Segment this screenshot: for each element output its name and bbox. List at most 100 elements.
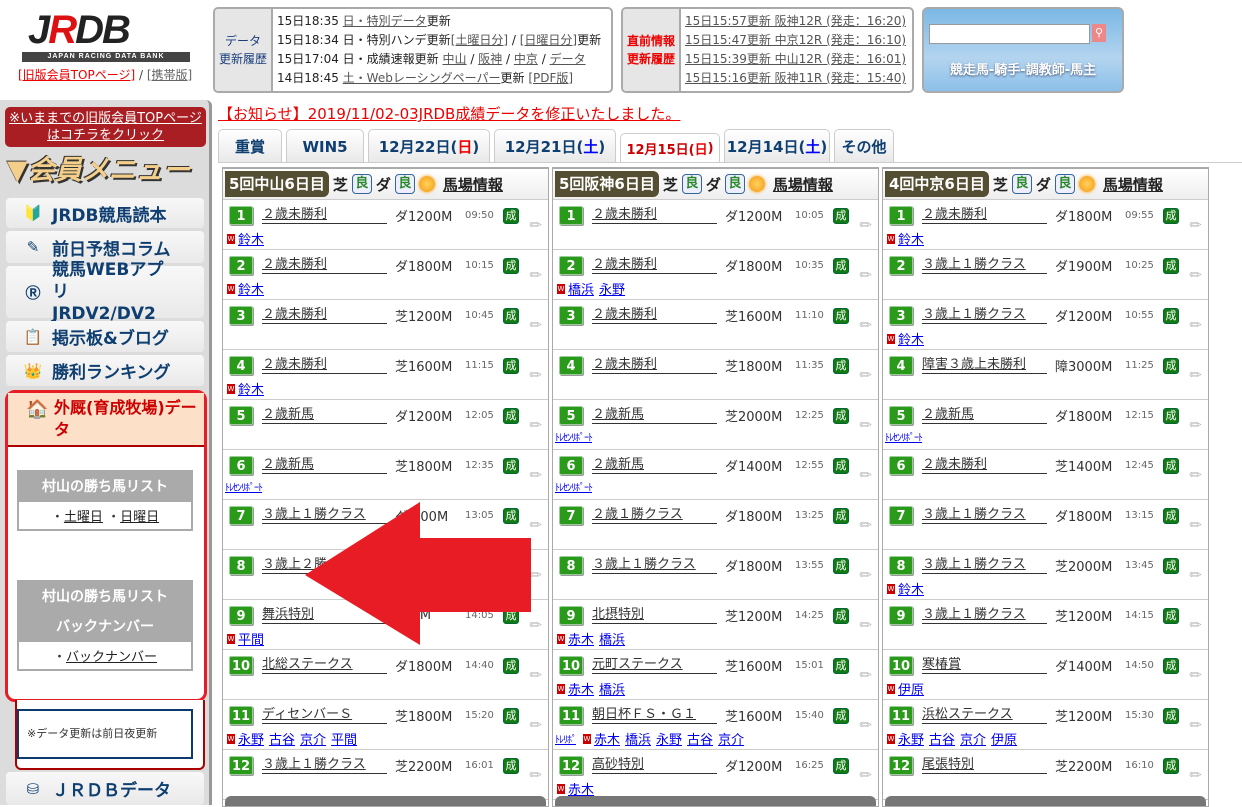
result-badge[interactable]: 成 [1163,507,1179,524]
tab-2[interactable]: 12月22日(日) [368,129,490,163]
history-link[interactable]: [土曜日分] [451,33,508,47]
race-number-badge[interactable]: 12 [559,756,583,775]
analyst-link[interactable]: 鈴木 [898,329,924,348]
race-name-link[interactable]: ２歳未勝利 [592,357,717,374]
pencil-icon[interactable]: ✏ [859,616,872,634]
race-name-link[interactable]: 浜松ステークス [922,707,1047,724]
analyst-link[interactable]: 京介 [300,729,326,748]
pencil-icon[interactable]: ✏ [529,516,542,534]
race-number-badge[interactable]: 6 [889,456,913,475]
race-name-link[interactable]: ３歳上１勝クラス [592,557,717,574]
race-number-badge[interactable]: 9 [889,606,913,625]
winlist-sunday-link[interactable]: 日曜日 [120,510,159,525]
analyst-link[interactable]: 伊原 [898,679,924,698]
pencil-icon[interactable]: ✏ [1189,416,1202,434]
analyst-link[interactable]: 赤木 [568,679,594,698]
race-number-badge[interactable]: 5 [559,406,583,425]
pencil-icon[interactable]: ✏ [859,566,872,584]
race-number-badge[interactable]: 11 [889,706,913,725]
race-name-link[interactable]: ２歳未勝利 [262,307,387,324]
result-badge[interactable]: 成 [503,607,519,624]
pencil-icon[interactable]: ✏ [529,466,542,484]
race-name-link[interactable]: ３歳上１勝クラス [922,257,1047,274]
pencil-icon[interactable]: ✏ [859,716,872,734]
race-number-badge[interactable]: 10 [559,656,583,675]
latest-update-link[interactable]: 15日15:16更新 阪神11R (発走：15:40) [685,71,906,85]
race-name-link[interactable]: ２歳新馬 [262,457,387,474]
race-name-link[interactable]: ３歳上１勝クラス [922,307,1047,324]
result-badge[interactable]: 成 [1163,707,1179,724]
result-badge[interactable]: 成 [833,257,849,274]
race-number-badge[interactable]: 1 [229,206,253,225]
race-name-link[interactable]: ２歳未勝利 [262,207,387,224]
tab-6[interactable]: その他 [834,129,894,163]
jrdb-logo[interactable]: JRDB JAPAN RACING DATA BANK [22,10,190,62]
race-name-link[interactable]: ３歳上１勝クラス [922,507,1047,524]
sidebar-item-gaikyu[interactable]: 🏠 外厩(育成牧場)データ [8,393,204,447]
old-top-notice-text[interactable]: ※いままでの旧版会員TOPページはコチラをクリック [9,111,202,143]
history-link[interactable]: [日曜日分] [520,33,577,47]
notice-link[interactable]: 【お知らせ】2019/11/02-03JRDB成績データを修正いたしました。 [218,103,680,124]
old-top-link[interactable]: [旧版会員TOPページ] [18,68,135,82]
result-badge[interactable]: 成 [503,307,519,324]
tab-1[interactable]: WIN5 [286,129,364,163]
analyst-link[interactable]: 赤木 [594,729,620,748]
pencil-icon[interactable]: ✏ [859,216,872,234]
backnumber-link[interactable]: バックナンバー [66,650,157,665]
analyst-link[interactable]: 永野 [599,279,625,298]
tab-5[interactable]: 12月14日(土) [724,129,830,163]
trecen-report-link[interactable]: ﾄﾚｾﾝﾘﾎﾟｰﾄ [555,479,593,494]
history-link[interactable]: [PDF版] [528,71,573,85]
analyst-link[interactable]: 鈴木 [898,579,924,598]
race-name-link[interactable]: 朝日杯ＦＳ・Ｇ１ [592,707,717,724]
sidebar-item[interactable]: 👑 勝利ランキング [6,355,204,386]
race-name-link[interactable]: ディセンバーＳ [262,707,387,724]
result-badge[interactable]: 成 [833,707,849,724]
race-number-badge[interactable]: 9 [559,606,583,625]
race-name-link[interactable]: ２歳未勝利 [592,307,717,324]
race-name-link[interactable]: 障害３歳上未勝利 [922,357,1047,374]
race-number-badge[interactable]: 3 [559,306,583,325]
result-badge[interactable]: 成 [1163,257,1179,274]
race-number-badge[interactable]: 10 [889,656,913,675]
latest-update-link[interactable]: 15日15:39更新 中山12R (発走：16:01) [685,52,906,66]
result-badge[interactable]: 成 [503,707,519,724]
pencil-icon[interactable]: ✏ [859,766,872,784]
race-name-link[interactable]: 北摂特別 [592,607,717,624]
pencil-icon[interactable]: ✏ [529,716,542,734]
pencil-icon[interactable]: ✏ [1189,566,1202,584]
sidebar-item[interactable]: 🔰 JRDB競馬読本 [6,198,204,228]
trecen-report-link[interactable]: ﾄﾚｾﾝﾘﾎﾟｰﾄ [225,479,263,494]
race-name-link[interactable]: 北総ステークス [262,657,387,674]
race-name-link[interactable]: ３歳上１勝クラス [922,607,1047,624]
analyst-link[interactable]: 鈴木 [898,229,924,248]
race-number-badge[interactable]: 1 [889,206,913,225]
race-name-link[interactable]: ２歳未勝利 [922,207,1047,224]
race-number-badge[interactable]: 4 [229,356,253,375]
result-badge[interactable]: 成 [503,257,519,274]
history-link[interactable]: 中山 [443,52,467,66]
race-number-badge[interactable]: 7 [889,506,913,525]
result-badge[interactable]: 成 [833,657,849,674]
result-badge[interactable]: 成 [1163,557,1179,574]
pencil-icon[interactable]: ✏ [859,316,872,334]
track-info-link[interactable]: 馬場情報 [443,174,503,195]
race-number-badge[interactable]: 11 [559,706,583,725]
analyst-link[interactable]: 古谷 [687,729,713,748]
trecen-report-link[interactable]: ﾄﾚｾﾝﾘﾎﾟｰﾄ [885,429,923,444]
result-badge[interactable]: 成 [833,607,849,624]
sidebar-item[interactable]: Ⓡ 競馬WEBアプリJRDV2/DV2 [6,260,204,324]
race-number-badge[interactable]: 7 [229,506,253,525]
pencil-icon[interactable]: ✏ [529,566,542,584]
pencil-icon[interactable]: ✏ [1189,316,1202,334]
pencil-icon[interactable]: ✏ [1189,466,1202,484]
pencil-icon[interactable]: ✏ [1189,516,1202,534]
history-link[interactable]: 阪神 [478,52,502,66]
race-number-badge[interactable]: 10 [229,656,253,675]
pencil-icon[interactable]: ✏ [859,466,872,484]
trecen-report-link[interactable]: ﾄﾚﾘﾎﾟ [555,731,577,746]
pencil-icon[interactable]: ✏ [1189,366,1202,384]
analyst-link[interactable]: 伊原 [991,729,1017,748]
analyst-link[interactable]: 鈴木 [238,279,264,298]
old-top-notice-link[interactable]: ※いままでの旧版会員TOPページはコチラをクリック [5,107,206,147]
